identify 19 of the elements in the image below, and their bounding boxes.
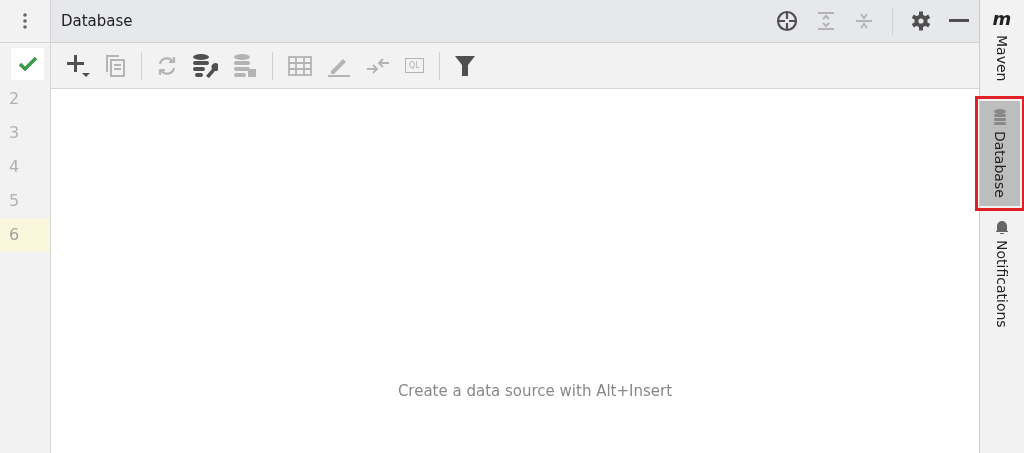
empty-state-text: Create a data source with Alt+Insert: [396, 382, 673, 400]
line-number: 3: [8, 122, 21, 144]
minimize-icon[interactable]: [949, 19, 969, 23]
tool-window-tab[interactable]: Notifications: [980, 212, 1024, 336]
line-number: 2: [8, 88, 21, 110]
panel-title: Database: [61, 12, 133, 30]
database-icon: [993, 109, 1007, 126]
filter-icon[interactable]: [454, 55, 475, 76]
line-number: 4: [8, 156, 21, 178]
line-number: 6: [0, 218, 50, 252]
bell-icon: [995, 220, 1009, 235]
line-number: 5: [8, 190, 21, 212]
database-wrench-icon[interactable]: [192, 53, 218, 78]
tool-window-tab[interactable]: m Maven: [980, 0, 1024, 90]
crosshair-icon[interactable]: [776, 10, 798, 32]
more-icon[interactable]: [23, 13, 27, 29]
checkmark-icon: [18, 57, 37, 71]
settings-icon[interactable]: [911, 11, 931, 31]
add-icon[interactable]: [67, 53, 91, 78]
